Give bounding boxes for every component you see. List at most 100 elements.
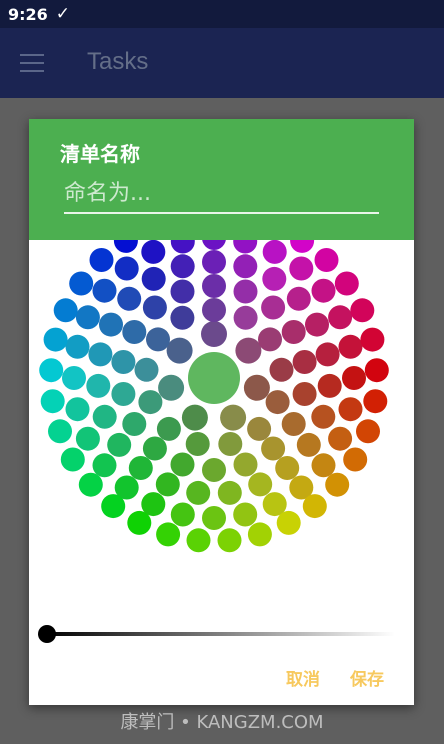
color-swatch[interactable]	[62, 366, 86, 390]
color-swatch[interactable]	[111, 382, 136, 406]
color-swatch[interactable]	[170, 279, 195, 304]
color-swatch[interactable]	[113, 240, 138, 253]
color-swatch[interactable]	[202, 274, 226, 298]
brightness-slider[interactable]	[37, 619, 397, 649]
color-swatch[interactable]	[40, 389, 65, 414]
color-swatch[interactable]	[138, 390, 163, 415]
color-swatch[interactable]	[334, 271, 359, 296]
color-swatch[interactable]	[202, 250, 226, 274]
color-swatch[interactable]	[202, 298, 226, 322]
color-swatch[interactable]	[290, 240, 315, 253]
list-name-input[interactable]	[64, 174, 379, 214]
color-swatch[interactable]	[360, 327, 385, 352]
color-swatch[interactable]	[186, 528, 211, 553]
color-swatch[interactable]	[170, 502, 195, 527]
color-swatch[interactable]	[127, 510, 152, 535]
brightness-slider-track[interactable]	[45, 632, 395, 636]
color-swatch[interactable]	[75, 305, 100, 330]
color-swatch[interactable]	[364, 358, 389, 383]
color-swatch[interactable]	[317, 373, 342, 398]
color-swatch[interactable]	[111, 350, 136, 374]
color-swatch[interactable]	[233, 452, 258, 477]
color-swatch[interactable]	[338, 397, 363, 422]
color-swatch[interactable]	[88, 342, 113, 367]
color-swatch[interactable]	[269, 357, 294, 382]
color-swatch[interactable]	[262, 240, 287, 264]
color-swatch[interactable]	[158, 374, 185, 401]
color-swatch[interactable]	[170, 452, 195, 477]
color-swatch[interactable]	[292, 350, 317, 374]
color-swatch[interactable]	[78, 472, 103, 497]
color-swatch[interactable]	[92, 453, 117, 478]
color-swatch[interactable]	[233, 279, 258, 304]
color-swatch[interactable]	[363, 389, 388, 414]
color-swatch[interactable]	[311, 453, 336, 478]
color-swatch[interactable]	[202, 458, 226, 482]
color-swatch[interactable]	[342, 366, 366, 390]
color-swatch[interactable]	[350, 298, 375, 323]
color-swatch[interactable]	[315, 342, 340, 367]
color-swatch[interactable]	[142, 295, 167, 320]
color-swatch[interactable]	[117, 286, 142, 311]
color-swatch[interactable]	[281, 412, 306, 436]
color-swatch[interactable]	[186, 480, 211, 505]
color-swatch[interactable]	[53, 298, 78, 323]
color-swatch[interactable]	[202, 240, 226, 250]
color-swatch[interactable]	[235, 337, 262, 364]
color-swatch[interactable]	[220, 404, 247, 431]
color-swatch[interactable]	[243, 374, 270, 401]
color-swatch[interactable]	[101, 494, 126, 519]
color-swatch[interactable]	[89, 248, 114, 272]
color-swatch[interactable]	[217, 480, 242, 505]
color-swatch[interactable]	[314, 248, 339, 272]
hamburger-icon[interactable]	[20, 54, 44, 72]
color-swatch[interactable]	[156, 416, 181, 441]
color-swatch[interactable]	[289, 256, 314, 281]
color-swatch[interactable]	[201, 321, 227, 347]
color-swatch[interactable]	[141, 266, 166, 291]
color-swatch[interactable]	[328, 426, 353, 451]
color-swatch[interactable]	[356, 419, 380, 444]
color-swatch[interactable]	[114, 256, 139, 281]
color-swatch[interactable]	[217, 528, 242, 553]
color-swatch[interactable]	[296, 432, 321, 457]
color-wheel[interactable]	[29, 240, 414, 625]
color-swatch[interactable]	[233, 305, 258, 330]
color-swatch[interactable]	[292, 382, 317, 406]
color-swatch[interactable]	[134, 357, 159, 382]
color-swatch[interactable]	[311, 404, 336, 429]
color-swatch[interactable]	[142, 436, 167, 461]
color-swatch[interactable]	[166, 337, 193, 364]
color-swatch[interactable]	[233, 240, 258, 254]
color-swatch[interactable]	[202, 506, 226, 530]
brightness-slider-thumb[interactable]	[38, 625, 56, 643]
color-swatch[interactable]	[302, 494, 327, 519]
color-swatch[interactable]	[325, 472, 350, 497]
color-swatch[interactable]	[281, 320, 306, 344]
color-swatch[interactable]	[218, 432, 243, 456]
color-swatch[interactable]	[185, 432, 210, 456]
color-swatch[interactable]	[75, 426, 100, 451]
color-swatch[interactable]	[275, 456, 300, 480]
color-swatch[interactable]	[247, 522, 272, 547]
color-swatch[interactable]	[107, 432, 132, 457]
color-swatch[interactable]	[86, 373, 111, 398]
color-swatch[interactable]	[262, 266, 287, 291]
color-swatch[interactable]	[48, 419, 72, 444]
color-swatch[interactable]	[128, 456, 153, 480]
color-swatch[interactable]	[170, 305, 195, 330]
save-button[interactable]: 保存	[348, 661, 386, 694]
color-swatch[interactable]	[60, 447, 85, 472]
color-swatch[interactable]	[305, 312, 329, 337]
color-swatch[interactable]	[65, 397, 90, 422]
color-swatch[interactable]	[261, 295, 286, 320]
color-swatch[interactable]	[181, 404, 208, 431]
color-swatch[interactable]	[43, 327, 68, 352]
color-swatch[interactable]	[156, 522, 181, 547]
color-swatch[interactable]	[92, 278, 117, 303]
cancel-button[interactable]: 取消	[284, 661, 322, 694]
color-swatch[interactable]	[170, 240, 195, 254]
color-swatch[interactable]	[311, 278, 336, 303]
color-swatch[interactable]	[65, 334, 90, 359]
color-swatch[interactable]	[328, 305, 353, 330]
